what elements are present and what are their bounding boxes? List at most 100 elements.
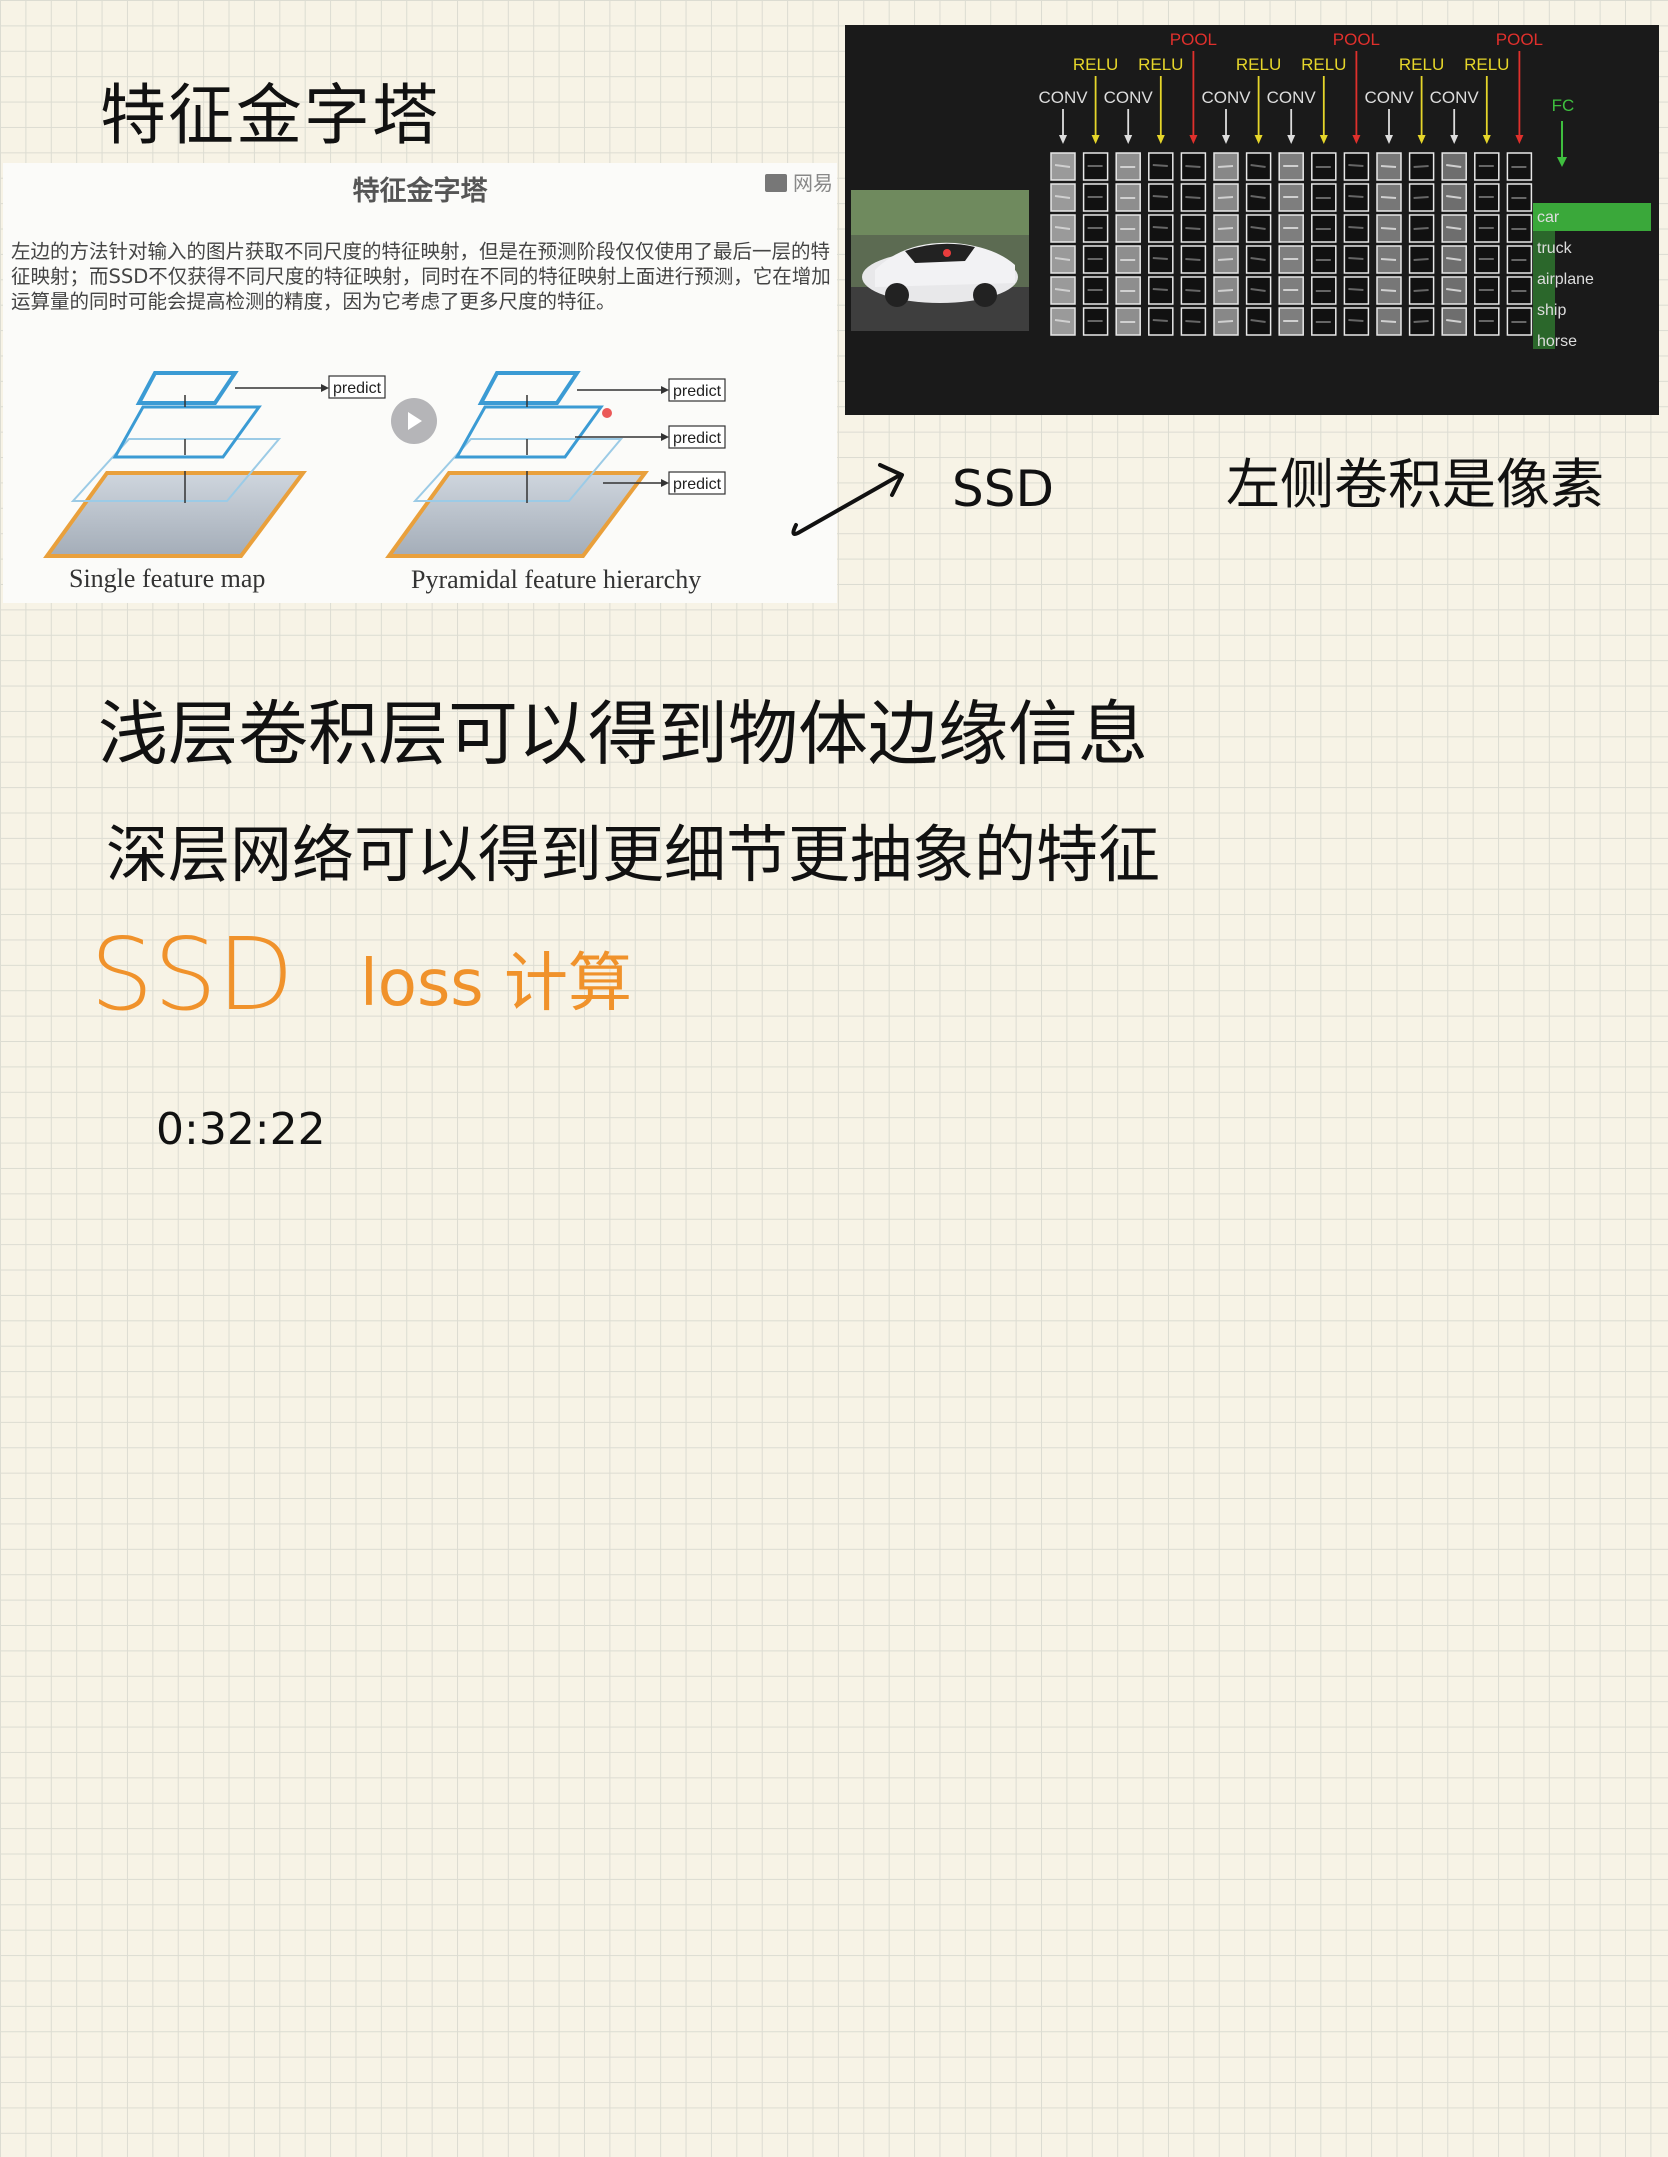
activation-texture <box>1217 196 1234 199</box>
relu-label: RELU <box>1073 55 1118 74</box>
class-label-ship: ship <box>1537 302 1566 319</box>
predict-label: predict <box>673 476 722 493</box>
conv-label: CONV <box>1104 88 1154 107</box>
right-note: 左侧卷积是像素 <box>1226 453 1604 516</box>
base-image-layer <box>43 471 307 558</box>
activation-texture <box>1380 196 1397 199</box>
relu-label: RELU <box>1464 55 1509 74</box>
laser-pointer-dot <box>602 408 612 418</box>
layer-arrow-head <box>1515 135 1524 144</box>
activation-texture <box>1413 196 1429 199</box>
note-line-2: 深层网络可以得到更细节更抽象的特征 <box>106 818 1161 891</box>
activation-texture <box>1217 258 1234 261</box>
layer-arrow-head <box>1059 135 1067 144</box>
caption-pyramidal-feature-hierarchy: Pyramidal feature hierarchy <box>411 565 702 594</box>
layer-arrow-head <box>1385 135 1393 144</box>
activation-texture <box>1348 164 1364 167</box>
pool-label: POOL <box>1170 30 1217 49</box>
activation-texture <box>1185 196 1201 199</box>
activation-texture <box>1152 257 1168 260</box>
activation-texture <box>1152 319 1168 322</box>
activation-texture <box>1380 258 1397 261</box>
activation-columns <box>1050 152 1533 336</box>
activation-texture <box>1152 195 1168 198</box>
relu-label: RELU <box>1301 55 1346 74</box>
slide-feature-pyramid: 特征金字塔 网易 左边的方法针对输入的图片获取不同尺度的特征映射，但是在预测阶段… <box>3 163 837 603</box>
activation-texture <box>1413 165 1429 168</box>
conv-label: CONV <box>1430 88 1480 107</box>
caption-single-feature-map: Single feature map <box>69 564 266 593</box>
class-label-horse: horse <box>1537 333 1577 350</box>
activation-texture <box>1217 320 1234 323</box>
activation-texture <box>1185 165 1201 168</box>
conv-label: CONV <box>1364 88 1414 107</box>
activation-texture <box>1413 320 1429 323</box>
activation-texture <box>1217 227 1234 230</box>
base-image-layer <box>385 471 649 558</box>
notes-title: 特征金字塔 <box>100 77 440 154</box>
activation-texture <box>1185 289 1201 292</box>
ssd-heading: SSD <box>90 916 294 1033</box>
activation-texture <box>1185 320 1201 323</box>
layer-arrow-head <box>1287 135 1296 144</box>
activation-texture <box>1152 226 1168 229</box>
activation-texture <box>1152 164 1168 167</box>
layer-arrow-head <box>1156 135 1165 144</box>
arrow-label-ssd: SSD <box>952 460 1054 518</box>
note-line-1: 浅层卷积层可以得到物体边缘信息 <box>98 693 1148 775</box>
loss-heading: loss 计算 <box>360 947 632 1021</box>
car-photo <box>851 190 1029 331</box>
layer-arrow-head <box>1091 135 1100 144</box>
class-label-car: car <box>1537 209 1560 226</box>
activation-texture <box>1185 227 1201 230</box>
predict-label: predict <box>673 430 722 447</box>
activation-texture <box>1380 165 1397 168</box>
activation-texture <box>1413 227 1429 230</box>
fc-label: FC <box>1552 96 1575 115</box>
relu-label: RELU <box>1236 55 1281 74</box>
activation-texture <box>1217 289 1234 292</box>
activation-texture <box>1413 258 1429 261</box>
conv-label: CONV <box>1038 88 1088 107</box>
activation-texture <box>1217 165 1234 168</box>
activation-texture <box>1380 289 1397 292</box>
layer-headers: CONV RELU CONV RELU POOL CONV RELU CONV RELU POOL… <box>1038 30 1543 144</box>
activation-texture <box>1380 320 1397 323</box>
relu-label: RELU <box>1399 55 1444 74</box>
class-label-airplane: airplane <box>1537 271 1594 288</box>
conv-label: CONV <box>1267 88 1317 107</box>
activation-texture <box>1413 289 1429 292</box>
handwritten-arrow <box>791 463 904 536</box>
conv-label: CONV <box>1201 88 1251 107</box>
layer-arrow-head <box>1254 135 1263 144</box>
activation-texture <box>1152 288 1168 291</box>
activation-texture <box>1348 319 1364 322</box>
predict-label: predict <box>333 380 382 397</box>
single-feature-map-diagram: predict <box>43 371 386 558</box>
layer-arrow-head <box>1417 135 1426 144</box>
activation-texture <box>1185 258 1201 261</box>
feature-layer-2 <box>454 405 604 459</box>
pool-label: POOL <box>1496 30 1543 49</box>
layer-arrow-head <box>1450 135 1459 144</box>
layer-arrow-head <box>1222 135 1230 144</box>
activation-texture <box>1348 257 1364 260</box>
feature-layer-3 <box>135 371 239 405</box>
timestamp-note: 0:32:22 <box>156 1104 326 1155</box>
slide-cnn-visualization: CONV RELU CONV RELU POOL CONV RELU CONV RELU POOL… <box>845 25 1659 415</box>
layer-arrow-head <box>1482 135 1491 144</box>
class-label-truck: truck <box>1537 240 1573 257</box>
feature-layer-3 <box>477 371 581 405</box>
pyramidal-feature-hierarchy-diagram: predict predict predict <box>385 371 726 558</box>
layer-arrow-head <box>1319 135 1328 144</box>
pyramid-diagram: predict predict predict predict <box>43 371 726 558</box>
layer-arrow-head <box>1124 135 1133 144</box>
layer-arrow-head <box>1352 135 1361 144</box>
activation-texture <box>1348 226 1364 229</box>
activation-texture <box>1380 227 1397 230</box>
layer-arrow-head <box>1189 135 1198 144</box>
feature-layer-2 <box>112 405 262 459</box>
relu-label: RELU <box>1138 55 1183 74</box>
cnn-diagram: CONV RELU CONV RELU POOL CONV RELU CONV RELU POOL… <box>851 30 1651 350</box>
predict-label: predict <box>673 383 722 400</box>
